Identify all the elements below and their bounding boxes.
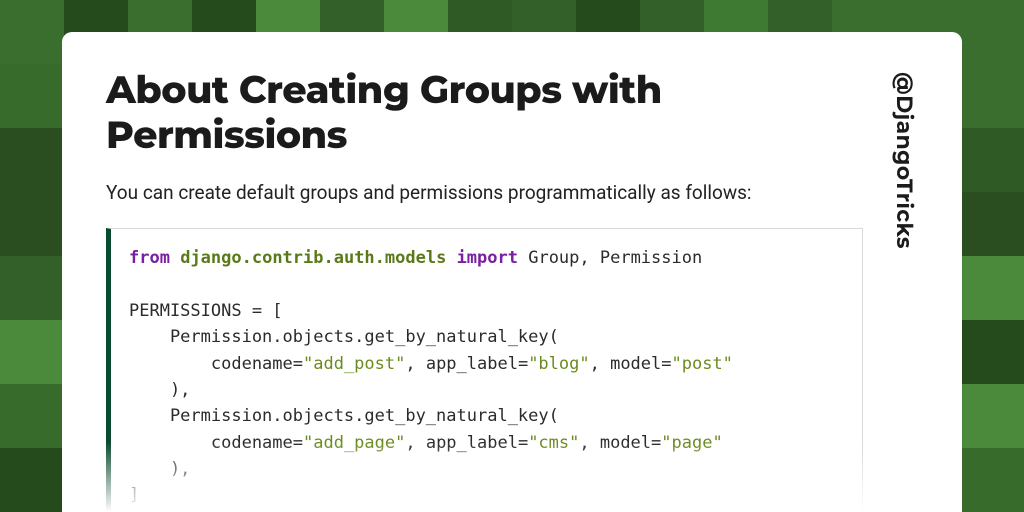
code-arg-prefix: codename= xyxy=(129,433,303,453)
code-block: from django.contrib.auth.models import G… xyxy=(106,228,863,512)
string-literal: "post" xyxy=(672,354,733,374)
code-line: ), xyxy=(129,380,190,400)
string-literal: "add_page" xyxy=(303,433,405,453)
code-arg-prefix: codename= xyxy=(129,354,303,374)
string-literal: "cms" xyxy=(528,433,579,453)
string-literal: "add_post" xyxy=(303,354,405,374)
page-title: About Creating Groups with Permissions xyxy=(106,68,863,158)
code-arg-mid: , app_label= xyxy=(405,354,528,374)
string-literal: "page" xyxy=(661,433,722,453)
code-line: Permission.objects.get_by_natural_key( xyxy=(129,327,559,347)
content-column: About Creating Groups with Permissions Y… xyxy=(106,68,863,476)
module-path: django.contrib.auth.models xyxy=(180,248,446,268)
code-line: ] xyxy=(129,485,139,505)
code-arg-mid: , model= xyxy=(590,354,672,374)
code-line: PERMISSIONS = [ xyxy=(129,301,283,321)
code-line: ), xyxy=(129,459,190,479)
description-text: You can create default groups and permis… xyxy=(106,180,863,207)
code-arg-mid: , app_label= xyxy=(405,433,528,453)
string-literal: "blog" xyxy=(528,354,589,374)
code-line: Permission.objects.get_by_natural_key( xyxy=(129,406,559,426)
author-handle: @DjangoTricks xyxy=(891,68,918,476)
code-arg-mid: , model= xyxy=(579,433,661,453)
import-names: Group, Permission xyxy=(518,248,702,268)
keyword-from: from xyxy=(129,248,170,268)
content-card: About Creating Groups with Permissions Y… xyxy=(62,32,962,512)
keyword-import: import xyxy=(457,248,518,268)
